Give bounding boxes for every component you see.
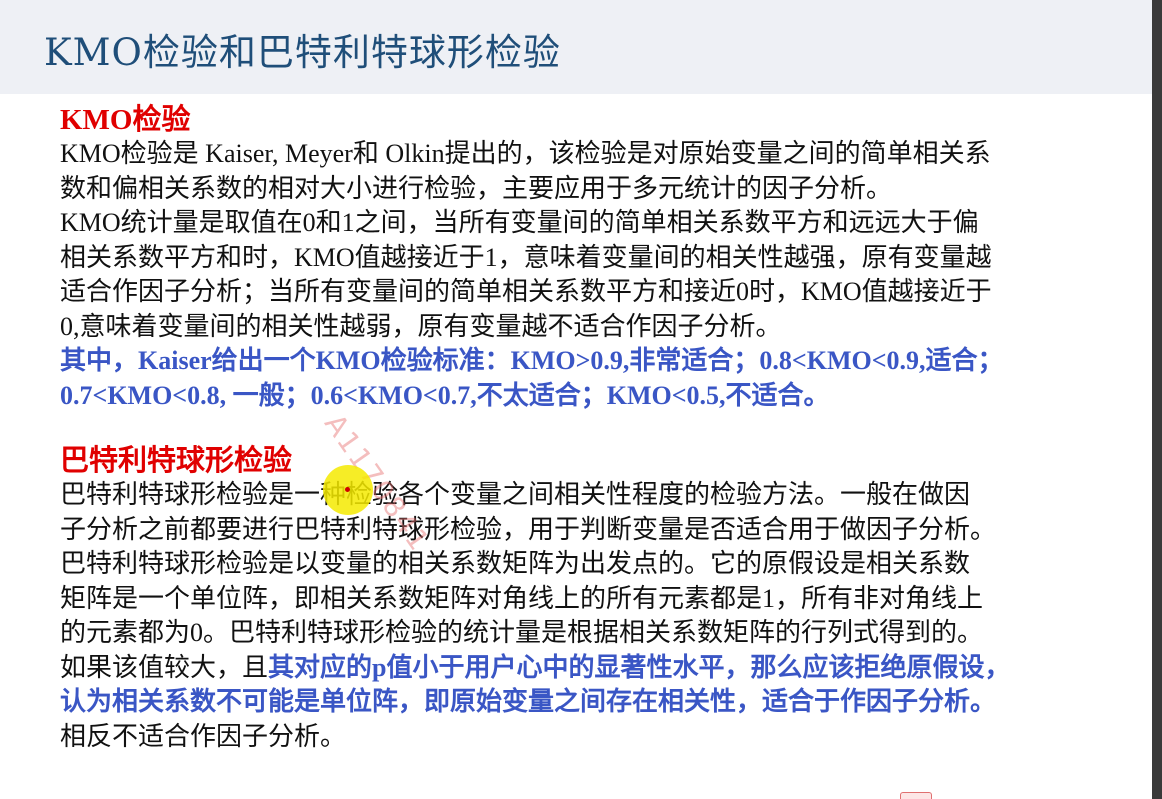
slide-content: KMO检验 KMO检验是 Kaiser, Meyer和 Olkin提出的，该检验… [60, 103, 1145, 754]
title-bar: KMO检验和巴特利特球形检验 [0, 0, 1152, 94]
slide-corner-mark [900, 792, 932, 799]
bartlett-last-line: 相反不适合作因子分析。 [60, 721, 347, 751]
kmo-standard-line: 0.7<KMO<0.8, 一般；0.6<KMO<0.7,不太适合；KMO<0.5… [60, 380, 830, 410]
kmo-line: KMO检验是 Kaiser, Meyer和 Olkin提出的，该检验是对原始变量… [60, 139, 991, 168]
kmo-paragraph: KMO检验是 Kaiser, Meyer和 Olkin提出的，该检验是对原始变量… [60, 137, 1145, 413]
bartlett-line: 子分析之前都要进行巴特利特球形检验，用于判断变量是否适合用于做因子分析。 [60, 514, 997, 544]
presentation-slide: KMO检验和巴特利特球形检验 KMO检验 KMO检验是 Kaiser, Meye… [0, 0, 1152, 799]
kmo-line: 数和偏相关系数的相对大小进行检验，主要应用于多元统计的因子分析。 [60, 173, 893, 203]
kmo-line: 适合作因子分析；当所有变量间的简单相关系数平方和接近0时，KMO值越接近于 [60, 277, 992, 306]
kmo-line: KMO统计量是取值在0和1之间，当所有变量间的简单相关系数平方和远远大于偏 [60, 208, 979, 237]
bartlett-heading: 巴特利特球形检验 [60, 445, 293, 477]
window-edge [1152, 0, 1162, 799]
bartlett-conclusion-highlight: 其对应的p值小于用户心中的显著性水平，那么应该拒绝原假设， [268, 652, 1011, 682]
bartlett-highlight-line: 认为相关系数不可能是单位阵，即原始变量之间存在相关性，适合于作因子分析。 [60, 687, 997, 716]
kmo-line: 0,意味着变量间的相关性越弱，原有变量越不适合作因子分析。 [60, 311, 782, 341]
kmo-line: 相关系数平方和时，KMO值越接近于1，意味着变量间的相关性越强，原有变量越 [60, 242, 992, 272]
bartlett-mixed-line: 如果该值较大，且其对应的p值小于用户心中的显著性水平，那么应该拒绝原假设， [60, 651, 1145, 686]
slide-title: KMO检验和巴特利特球形检验 [44, 31, 561, 74]
bartlett-paragraph: 巴特利特球形检验是一种检验各个变量之间相关性程度的检验方法。一般在做因 子分析之… [60, 478, 1145, 754]
bartlett-conclusion-prefix: 如果该值较大，且 [60, 652, 269, 682]
kmo-standard-line: 其中，Kaiser给出一个KMO检验标准：KMO>0.9,非常适合；0.8<KM… [60, 346, 1004, 375]
bartlett-line: 巴特利特球形检验是以变量的相关系数矩阵为出发点的。它的原假设是相关系数 [60, 549, 971, 578]
kmo-heading: KMO检验 [60, 104, 191, 136]
bartlett-line: 巴特利特球形检验是一种检验各个变量之间相关性程度的检验方法。一般在做因 [60, 480, 971, 509]
bartlett-line: 矩阵是一个单位阵，即相关系数矩阵对角线上的所有元素都是1，所有非对角线上 [60, 583, 984, 613]
bartlett-line: 的元素都为0。巴特利特球形检验的统计量是根据相关系数矩阵的行列式得到的。 [60, 618, 984, 647]
cursor-dot [345, 487, 350, 492]
